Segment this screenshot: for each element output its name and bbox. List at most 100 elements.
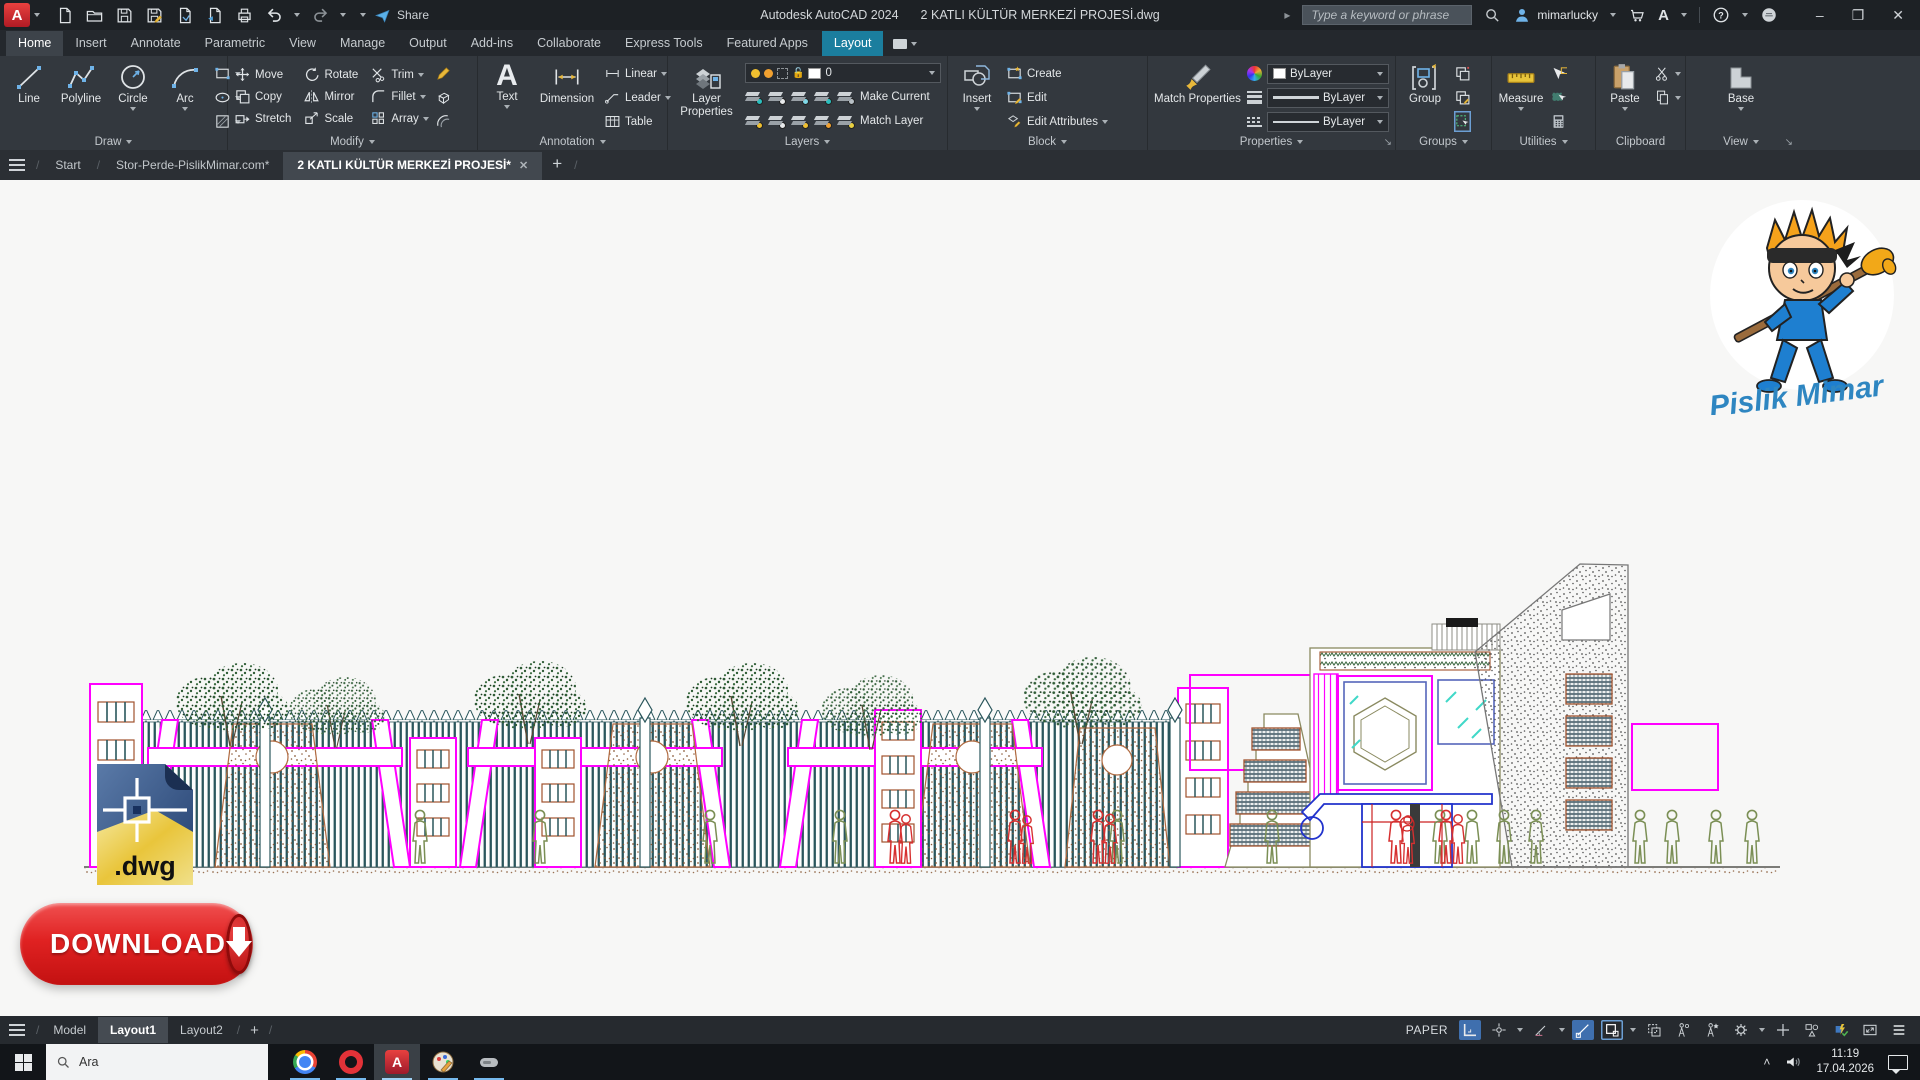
panel-draw-title[interactable]: Draw xyxy=(0,133,227,150)
move-tool[interactable]: Move xyxy=(234,64,291,85)
explode-tool[interactable] xyxy=(435,87,452,108)
panel-groups-title[interactable]: Groups xyxy=(1396,133,1491,150)
taskbar-autocad-icon[interactable]: A xyxy=(374,1044,420,1080)
app-menu-caret-icon[interactable] xyxy=(34,13,40,17)
undo-button[interactable] xyxy=(264,5,284,25)
layer-unlock-icon[interactable] xyxy=(814,115,830,127)
group-button[interactable]: Group xyxy=(1402,61,1448,106)
text-tool[interactable]: AText xyxy=(484,61,530,109)
polyline-tool[interactable]: Polyline xyxy=(58,61,104,106)
quick-select-icon[interactable] xyxy=(1550,63,1567,84)
copy-clip-icon[interactable] xyxy=(1654,87,1681,108)
customization-menu-icon[interactable] xyxy=(1888,1020,1910,1040)
dynamic-input-toggle[interactable] xyxy=(1488,1020,1510,1040)
layout2-tab[interactable]: Layout2 xyxy=(168,1017,235,1043)
layer-walk-icon[interactable] xyxy=(768,115,784,127)
app-store-cart-icon[interactable] xyxy=(1628,6,1646,24)
undo-caret-icon[interactable] xyxy=(294,13,300,17)
isolate-objects-button[interactable] xyxy=(1801,1020,1823,1040)
group-selection-toggle[interactable] xyxy=(1454,111,1471,132)
ribbon-display-toggle[interactable] xyxy=(893,39,917,56)
tab-addins[interactable]: Add-ins xyxy=(459,31,525,56)
circle-tool[interactable]: Circle xyxy=(110,61,156,111)
tab-express-tools[interactable]: Express Tools xyxy=(613,31,715,56)
tab-insert[interactable]: Insert xyxy=(63,31,118,56)
feedback-bubble-icon[interactable] xyxy=(1760,6,1778,24)
save-as-icon[interactable] xyxy=(144,5,164,25)
new-layout-button[interactable]: + xyxy=(242,1020,267,1041)
measure-button[interactable]: Measure xyxy=(1498,61,1544,111)
taskbar-opera-icon[interactable] xyxy=(328,1044,374,1080)
taskbar-app-icon[interactable] xyxy=(466,1044,512,1080)
annotation-visibility-toggle[interactable] xyxy=(1672,1020,1694,1040)
ungroup-icon[interactable] xyxy=(1454,63,1471,84)
plot-icon[interactable] xyxy=(174,5,194,25)
snap-caret-icon[interactable] xyxy=(1630,1028,1636,1032)
qat-customize-caret-icon[interactable] xyxy=(360,13,366,17)
quick-calc-icon[interactable] xyxy=(1550,87,1567,108)
taskbar-search-input[interactable]: Ara xyxy=(46,1044,268,1080)
dimension-tool[interactable]: Dimension xyxy=(536,61,598,106)
redo-caret-icon[interactable] xyxy=(340,13,346,17)
taskbar-clock[interactable]: 11:19 17.04.2026 xyxy=(1816,1047,1874,1077)
share-button[interactable]: Share xyxy=(374,7,429,24)
graphics-performance-button[interactable] xyxy=(1830,1020,1852,1040)
linear-tool[interactable]: Linear xyxy=(604,63,671,84)
paste-button[interactable]: Paste xyxy=(1602,61,1648,111)
panel-block-title[interactable]: Block xyxy=(948,133,1147,150)
layer-thaw-icon[interactable] xyxy=(791,115,807,127)
mirror-tool[interactable]: Mirror xyxy=(303,86,358,107)
object-snap-toggle[interactable] xyxy=(1572,1020,1594,1040)
insert-block-button[interactable]: Insert xyxy=(954,61,1000,111)
stretch-tool[interactable]: Stretch xyxy=(234,108,291,129)
rotate-tool[interactable]: Rotate xyxy=(303,64,358,85)
tab-view[interactable]: View xyxy=(277,31,328,56)
file-tabs-menu-icon[interactable] xyxy=(0,150,34,180)
doc-tab-stor-perde[interactable]: Stor-Perde-PislikMimar.com* xyxy=(102,152,283,180)
edit-attributes-button[interactable]: Edit Attributes xyxy=(1006,111,1108,132)
leader-tool[interactable]: Leader xyxy=(604,87,671,108)
app-menu-button[interactable]: A xyxy=(4,3,30,27)
layout1-tab[interactable]: Layout1 xyxy=(98,1017,168,1043)
block-create-button[interactable]: Create xyxy=(1006,63,1108,84)
start-button[interactable] xyxy=(0,1044,46,1080)
search-icon[interactable] xyxy=(1484,7,1501,24)
tab-layout-contextual[interactable]: Layout xyxy=(822,31,884,56)
annotation-scale-gear-icon[interactable] xyxy=(1730,1020,1752,1040)
layer-select-combo[interactable]: 🔓 0 xyxy=(745,63,941,83)
panel-utilities-title[interactable]: Utilities xyxy=(1492,133,1595,150)
panel-modify-title[interactable]: Modify xyxy=(228,133,477,150)
redo-button[interactable] xyxy=(310,5,330,25)
cut-icon[interactable] xyxy=(1654,63,1681,84)
arc-tool[interactable]: Arc xyxy=(162,61,208,111)
new-file-icon[interactable] xyxy=(54,5,74,25)
tab-parametric[interactable]: Parametric xyxy=(193,31,277,56)
tab-collaborate[interactable]: Collaborate xyxy=(525,31,613,56)
match-properties-button[interactable]: Match Properties xyxy=(1154,61,1241,106)
restore-button[interactable]: ❐ xyxy=(1852,7,1865,24)
workspace-switching-button[interactable] xyxy=(1772,1020,1794,1040)
view-expander-icon[interactable]: ↘ xyxy=(1785,137,1793,148)
close-button[interactable]: ✕ xyxy=(1892,7,1904,24)
group-edit-icon[interactable] xyxy=(1454,87,1471,108)
tab-output[interactable]: Output xyxy=(397,31,459,56)
tab-manage[interactable]: Manage xyxy=(328,31,397,56)
clean-screen-button[interactable] xyxy=(1859,1020,1881,1040)
tab-annotate[interactable]: Annotate xyxy=(119,31,193,56)
tab-home[interactable]: Home xyxy=(6,31,63,56)
panel-properties-title[interactable]: Properties↘ xyxy=(1148,133,1395,150)
match-layer-icon[interactable] xyxy=(837,115,853,127)
panel-view-title[interactable]: View↘ xyxy=(1686,133,1796,150)
polar-tracking-toggle[interactable] xyxy=(1530,1020,1552,1040)
layer-unisolate-icon[interactable] xyxy=(768,91,784,103)
open-file-icon[interactable] xyxy=(84,5,104,25)
trim-tool[interactable]: Trim xyxy=(370,64,428,85)
panel-annotation-title[interactable]: Annotation xyxy=(478,133,667,150)
layer-on-tool-icon[interactable] xyxy=(745,115,761,127)
model-tab[interactable]: Model xyxy=(41,1017,98,1043)
grid-display-toggle[interactable] xyxy=(1459,1020,1481,1040)
make-current-label[interactable]: Make Current xyxy=(860,91,930,103)
paper-space-button[interactable]: PAPER xyxy=(1406,1023,1448,1037)
search-expand-icon[interactable]: ▸ xyxy=(1284,8,1290,22)
table-tool[interactable]: Table xyxy=(604,111,671,132)
